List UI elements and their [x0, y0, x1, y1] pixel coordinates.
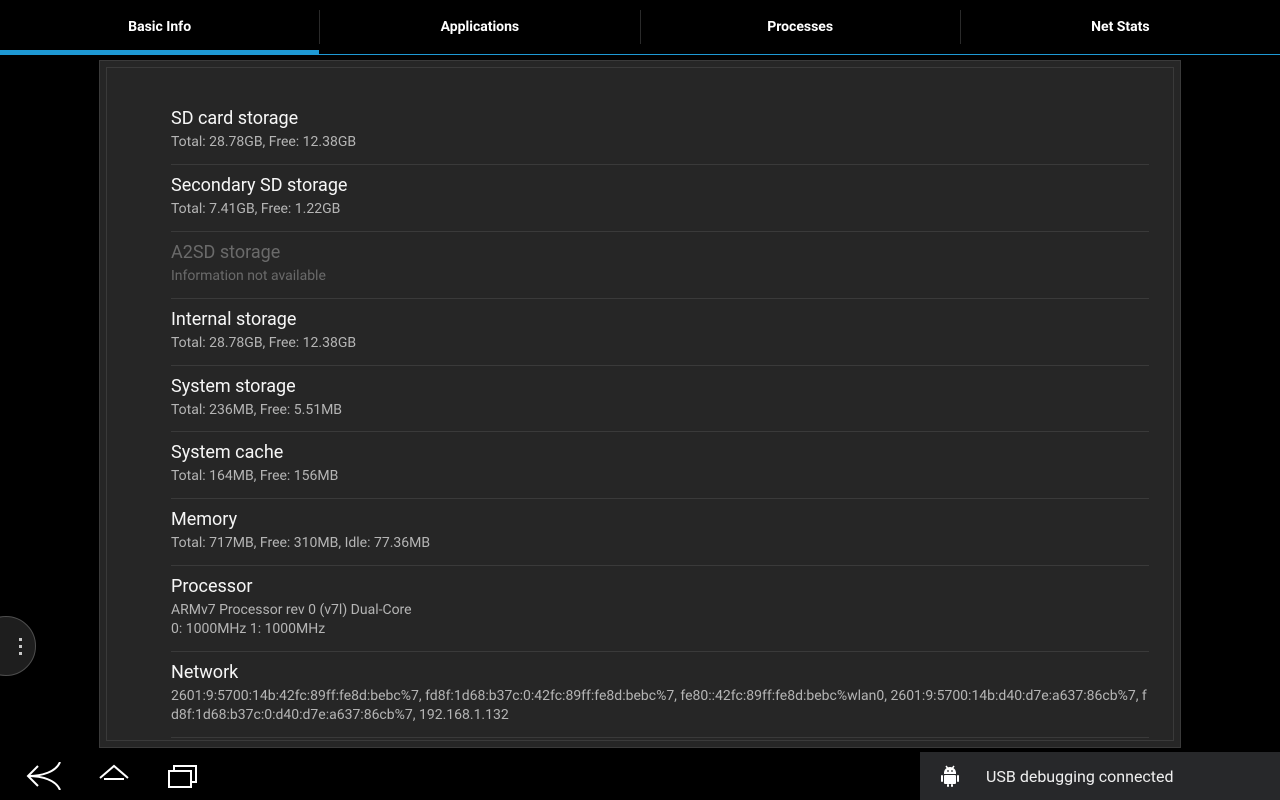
info-list[interactable]: SD card storage Total: 28.78GB, Free: 12… — [107, 68, 1173, 740]
tab-net-stats[interactable]: Net Stats — [961, 0, 1280, 54]
back-button[interactable] — [24, 760, 64, 792]
item-title: Secondary SD storage — [171, 175, 1149, 196]
drag-handle-icon — [19, 638, 22, 655]
tab-applications[interactable]: Applications — [320, 0, 639, 54]
info-panel: SD card storage Total: 28.78GB, Free: 12… — [99, 60, 1181, 748]
recent-apps-button[interactable] — [164, 760, 204, 792]
item-title: System storage — [171, 376, 1149, 397]
list-item-battery[interactable]: Battery — [171, 738, 1149, 740]
item-subtitle: ARMv7 Processor rev 0 (v7l) Dual-Core 0:… — [171, 601, 1149, 639]
recent-apps-icon — [166, 762, 202, 790]
android-icon — [938, 765, 962, 787]
list-item-internal-storage[interactable]: Internal storage Total: 28.78GB, Free: 1… — [171, 299, 1149, 366]
side-handle[interactable] — [0, 616, 36, 676]
item-subtitle: Total: 7.41GB, Free: 1.22GB — [171, 200, 1149, 219]
item-subtitle: Total: 28.78GB, Free: 12.38GB — [171, 334, 1149, 353]
item-title: A2SD storage — [171, 242, 1149, 263]
item-subtitle: Total: 236MB, Free: 5.51MB — [171, 401, 1149, 420]
list-item-system-storage[interactable]: System storage Total: 236MB, Free: 5.51M… — [171, 366, 1149, 433]
list-item-a2sd-storage: A2SD storage Information not available — [171, 232, 1149, 299]
navigation-bar: USB debugging connected — [0, 752, 1280, 800]
back-icon — [26, 762, 62, 790]
list-item-system-cache[interactable]: System cache Total: 164MB, Free: 156MB — [171, 432, 1149, 499]
list-item-sd-card-storage[interactable]: SD card storage Total: 28.78GB, Free: 12… — [171, 98, 1149, 165]
notification-text: USB debugging connected — [986, 767, 1174, 786]
list-item-network[interactable]: Network 2601:9:5700:14b:42fc:89ff:fe8d:b… — [171, 652, 1149, 738]
list-item-secondary-sd-storage[interactable]: Secondary SD storage Total: 7.41GB, Free… — [171, 165, 1149, 232]
tab-processes[interactable]: Processes — [641, 0, 960, 54]
info-panel-inner: SD card storage Total: 28.78GB, Free: 12… — [106, 67, 1174, 741]
item-title: Memory — [171, 509, 1149, 530]
item-title: SD card storage — [171, 108, 1149, 129]
item-title: Processor — [171, 576, 1149, 597]
list-item-memory[interactable]: Memory Total: 717MB, Free: 310MB, Idle: … — [171, 499, 1149, 566]
item-subtitle: Total: 717MB, Free: 310MB, Idle: 77.36MB — [171, 534, 1149, 553]
tab-basic-info[interactable]: Basic Info — [0, 0, 319, 54]
item-title: System cache — [171, 442, 1149, 463]
item-subtitle: 2601:9:5700:14b:42fc:89ff:fe8d:bebc%7, f… — [171, 687, 1149, 725]
item-subtitle: Information not available — [171, 267, 1149, 286]
item-title: Internal storage — [171, 309, 1149, 330]
status-notification[interactable]: USB debugging connected — [920, 752, 1280, 800]
item-subtitle: Total: 28.78GB, Free: 12.38GB — [171, 133, 1149, 152]
home-button[interactable] — [94, 760, 134, 792]
item-subtitle: Total: 164MB, Free: 156MB — [171, 467, 1149, 486]
list-item-processor[interactable]: Processor ARMv7 Processor rev 0 (v7l) Du… — [171, 566, 1149, 652]
tab-bar: Basic Info Applications Processes Net St… — [0, 0, 1280, 55]
item-title: Network — [171, 662, 1149, 683]
home-icon — [96, 762, 132, 790]
